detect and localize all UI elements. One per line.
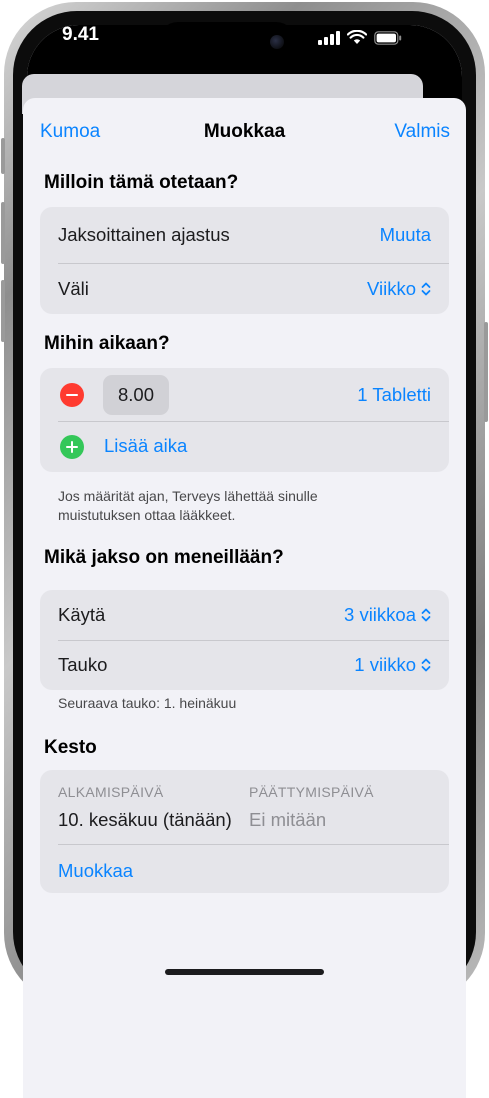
chevron-up-down-icon xyxy=(421,608,431,622)
use-picker[interactable]: 3 viikkoa xyxy=(344,604,431,626)
section-heading-duration: Kesto xyxy=(44,737,97,758)
pause-row[interactable]: Tauko 1 viikko xyxy=(40,640,449,690)
use-value: 3 viikkoa xyxy=(344,604,416,625)
chevron-up-down-icon xyxy=(421,658,431,672)
time-group: 8.00 1 Tabletti Lisää aika xyxy=(40,368,449,472)
action-button xyxy=(1,138,5,174)
volume-up-button xyxy=(1,202,5,264)
interval-label: Väli xyxy=(58,278,89,299)
change-schedule-label: Muuta xyxy=(379,224,431,245)
schedule-group: Jaksoittainen ajastus Muuta Väli Viikko xyxy=(40,207,449,314)
status-time: 9.41 xyxy=(62,24,99,45)
use-label: Käytä xyxy=(58,604,106,625)
start-date-value[interactable]: 10. kesäkuu (tänään) xyxy=(58,809,232,831)
interval-value: Viikko xyxy=(366,278,416,299)
edit-duration-button[interactable]: Muokkaa xyxy=(58,860,133,882)
end-date-label: PÄÄTTYMISPÄIVÄ xyxy=(249,784,374,800)
duration-group: ALKAMISPÄIVÄ 10. kesäkuu (tänään) PÄÄTTY… xyxy=(40,770,449,893)
add-time-icon[interactable] xyxy=(60,435,84,459)
dynamic-island xyxy=(158,22,296,62)
chevron-up-down-icon xyxy=(421,282,431,296)
time-footnote: Jos määrität ajan, Terveys lähettää sinu… xyxy=(58,488,318,523)
dose-button[interactable]: 1 Tabletti xyxy=(357,384,431,406)
cycle-footnote: Seuraava tauko: 1. heinäkuu xyxy=(58,695,237,711)
section-heading-cycle: Mikä jakso on meneillään? xyxy=(44,547,284,568)
interval-row[interactable]: Väli Viikko xyxy=(40,264,449,314)
remove-time-button[interactable] xyxy=(60,383,84,407)
pause-label: Tauko xyxy=(58,654,108,675)
separator xyxy=(58,844,449,845)
schedule-row: Jaksoittainen ajastus Muuta xyxy=(40,210,449,260)
pause-picker[interactable]: 1 viikko xyxy=(354,654,431,676)
wifi-icon xyxy=(347,30,367,44)
section-heading-when: Milloin tämä otetaan? xyxy=(44,172,239,193)
schedule-label: Jaksoittainen ajastus xyxy=(58,224,230,245)
cycle-group: Käytä 3 viikkoa Tauko 1 viikko xyxy=(40,590,449,690)
side-button xyxy=(484,322,488,422)
dose-value: 1 Tabletti xyxy=(357,384,431,405)
cellular-signal-icon xyxy=(318,30,340,45)
pause-value: 1 viikko xyxy=(354,654,416,675)
done-button[interactable]: Valmis xyxy=(394,121,450,143)
add-time-row[interactable]: Lisää aika xyxy=(40,422,449,472)
start-date-label: ALKAMISPÄIVÄ xyxy=(58,784,164,800)
end-date-value[interactable]: Ei mitään xyxy=(249,809,326,831)
section-heading-time: Mihin aikaan? xyxy=(44,333,170,354)
volume-down-button xyxy=(1,280,5,342)
change-schedule-button[interactable]: Muuta xyxy=(380,224,431,246)
time-entry-row: 8.00 1 Tabletti xyxy=(40,368,449,418)
add-time-button[interactable]: Lisää aika xyxy=(104,435,187,457)
front-camera xyxy=(270,35,284,49)
interval-picker[interactable]: Viikko xyxy=(367,278,431,300)
use-row[interactable]: Käytä 3 viikkoa xyxy=(40,590,449,640)
battery-icon xyxy=(374,30,402,45)
time-field[interactable]: 8.00 xyxy=(103,375,169,415)
status-icons xyxy=(318,30,402,45)
home-indicator xyxy=(165,969,324,975)
